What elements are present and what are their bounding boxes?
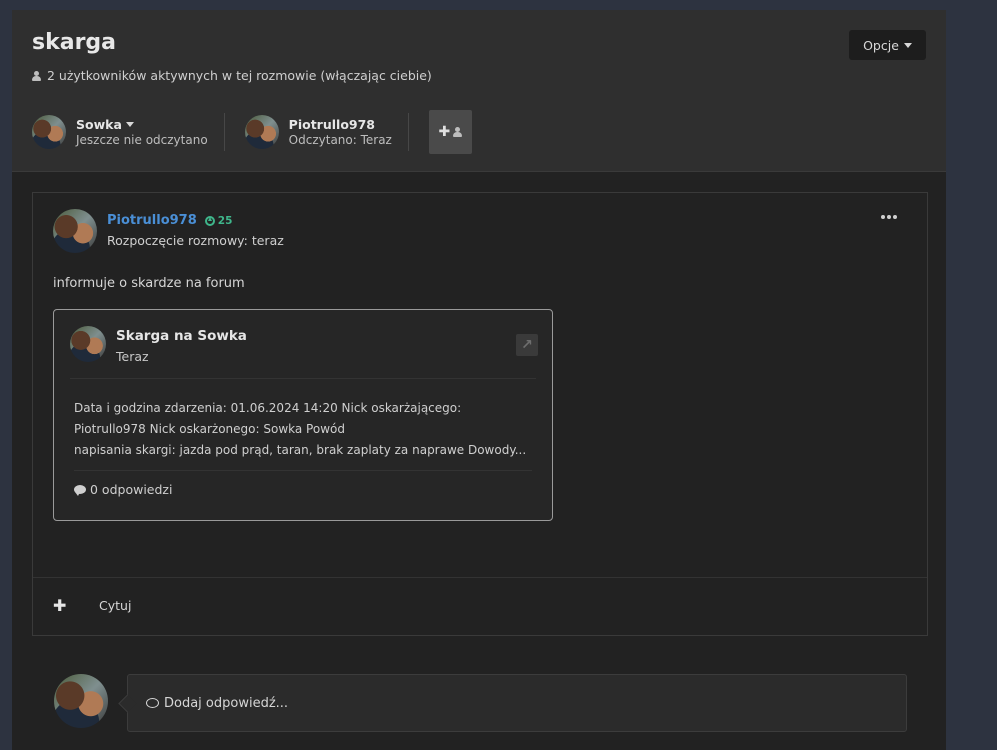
comment-outline-icon bbox=[146, 698, 159, 708]
avatar[interactable] bbox=[32, 115, 66, 149]
conversation-header: skarga 2 użytkowników aktywnych w tej ro… bbox=[12, 10, 946, 172]
open-link-icon[interactable]: ↗ bbox=[516, 334, 538, 356]
replies-count[interactable]: 0 odpowiedzi bbox=[74, 482, 172, 497]
reply-avatar-wrap bbox=[54, 674, 108, 728]
participant-sowka[interactable]: Sowka Jeszcze nie odczytano bbox=[32, 113, 225, 151]
author-avatar[interactable] bbox=[53, 209, 97, 253]
current-user-avatar bbox=[54, 674, 108, 728]
conversation-started: Rozpoczęcie rozmowy: teraz bbox=[107, 233, 284, 248]
participant-piotrullo978[interactable]: Piotrullo978 Odczytano: Teraz bbox=[244, 113, 409, 151]
post-author-block: Piotrullo978 25 Rozpoczęcie rozmowy: ter… bbox=[53, 209, 284, 253]
avatar[interactable] bbox=[70, 326, 106, 362]
active-users-text: 2 użytkowników aktywnych w tej rozmowie … bbox=[47, 68, 432, 83]
author-line: Piotrullo978 25 bbox=[107, 213, 284, 228]
post-footer: ✚ Cytuj bbox=[33, 577, 927, 636]
reputation-icon bbox=[204, 215, 215, 226]
quote-button[interactable]: Cytuj bbox=[99, 598, 131, 613]
participant-status: Jeszcze nie odczytano bbox=[76, 133, 208, 147]
embed-time: Teraz bbox=[116, 349, 149, 364]
participant-name[interactable]: Sowka bbox=[76, 117, 208, 132]
participant-name[interactable]: Piotrullo978 bbox=[289, 117, 392, 132]
participant-status: Odczytano: Teraz bbox=[288, 133, 392, 147]
embed-excerpt: Data i godzina zdarzenia: 01.06.2024 14:… bbox=[74, 401, 527, 457]
comment-icon bbox=[74, 485, 86, 496]
reputation-badge[interactable]: 25 bbox=[204, 215, 232, 227]
author-name-link[interactable]: Piotrullo978 bbox=[107, 213, 197, 228]
avatar[interactable] bbox=[244, 115, 279, 149]
reply-placeholder: Dodaj odpowiedź... bbox=[164, 695, 289, 711]
plus-icon: ✚ bbox=[438, 124, 451, 140]
participants-list: Sowka Jeszcze nie odczytano Piotrullo978… bbox=[32, 110, 472, 154]
page-frame: skarga 2 użytkowników aktywnych w tej ro… bbox=[12, 10, 946, 750]
user-icon bbox=[32, 70, 41, 81]
more-options-icon[interactable] bbox=[881, 215, 897, 219]
divider bbox=[74, 470, 532, 471]
options-button[interactable]: Opcje bbox=[849, 30, 926, 60]
active-users-line: 2 użytkowników aktywnych w tej rozmowie … bbox=[32, 68, 432, 83]
user-icon bbox=[453, 127, 463, 137]
caret-down-icon bbox=[903, 42, 912, 48]
multiquote-plus-icon[interactable]: ✚ bbox=[53, 596, 66, 615]
post-content: informuje o skardze na forum bbox=[53, 276, 245, 291]
message-post: Piotrullo978 25 Rozpoczęcie rozmowy: ter… bbox=[32, 192, 928, 636]
reply-editor[interactable]: Dodaj odpowiedź... bbox=[127, 674, 907, 732]
embedded-topic-card[interactable]: Skarga na Sowka Teraz ↗ Data i godzina z… bbox=[53, 309, 553, 521]
options-label: Opcje bbox=[863, 37, 899, 53]
page-title: skarga bbox=[32, 30, 117, 55]
caret-down-icon bbox=[125, 122, 134, 127]
embed-header: Skarga na Sowka Teraz bbox=[70, 326, 247, 364]
divider bbox=[70, 378, 536, 379]
embed-title[interactable]: Skarga na Sowka bbox=[116, 328, 247, 344]
add-participant-button[interactable]: ✚ bbox=[428, 110, 472, 154]
